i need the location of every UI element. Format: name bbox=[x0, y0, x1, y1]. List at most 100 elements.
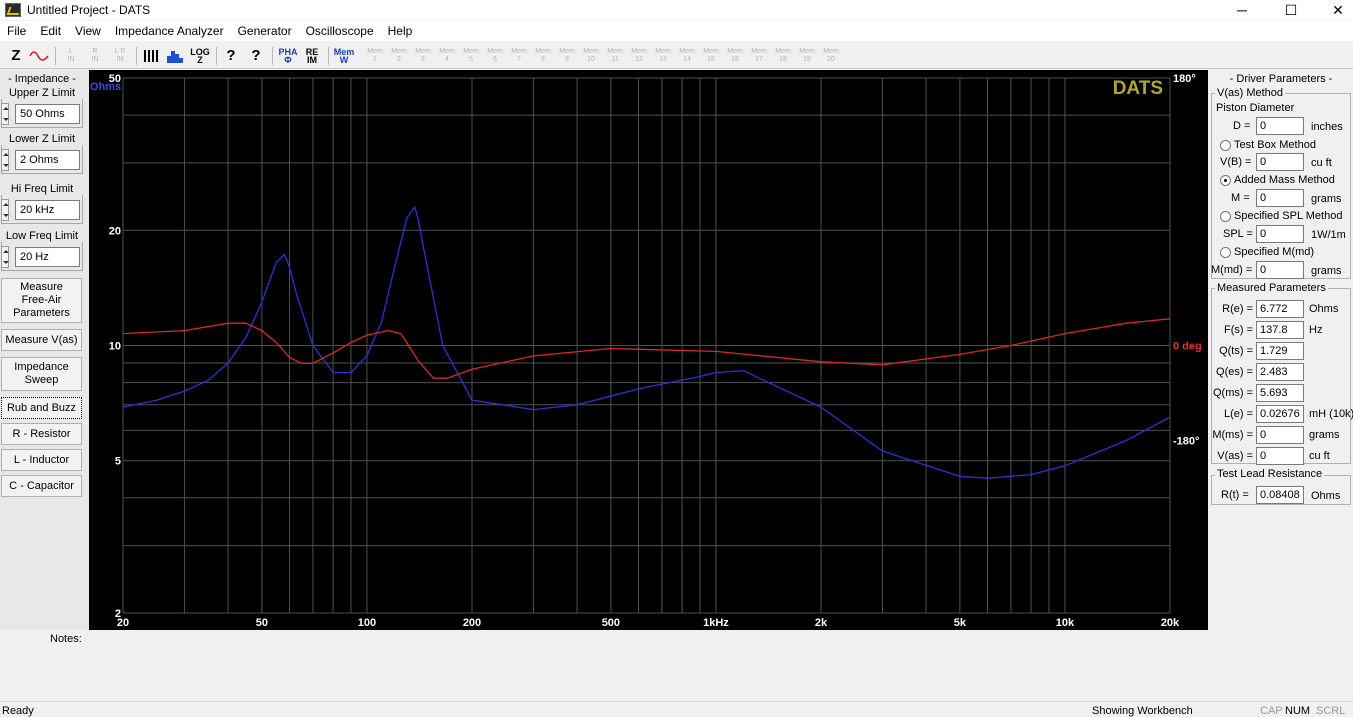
left-input-button[interactable]: L IN bbox=[62, 46, 80, 66]
maximize-button[interactable]: ☐ bbox=[1268, 0, 1314, 20]
phase-curve bbox=[122, 318, 1171, 379]
minimize-button[interactable]: ─ bbox=[1219, 0, 1265, 20]
phase-button[interactable]: PHA Φ bbox=[278, 46, 298, 66]
impedance-plot: 20 50 100 200 500 1kHz 2k 5k 10k 20k 2 5 10 20 50 Ohms 1… bbox=[89, 70, 1208, 630]
measure-vas-button[interactable]: Measure V(as) bbox=[1, 329, 82, 351]
memory-slot-button[interactable]: Mem 3 bbox=[413, 46, 433, 66]
spl-method-radio[interactable] bbox=[1220, 211, 1231, 222]
menu-generator[interactable]: Generator bbox=[231, 21, 299, 41]
menu-edit[interactable]: Edit bbox=[33, 21, 68, 41]
test-box-radio[interactable] bbox=[1220, 140, 1231, 151]
added-mass-radio[interactable] bbox=[1220, 175, 1231, 186]
hi-freq-spinner[interactable] bbox=[1, 199, 9, 221]
memory-slot-button[interactable]: Mem 6 bbox=[485, 46, 505, 66]
measure-free-air-button[interactable]: Measure Free-Air Parameters bbox=[1, 278, 82, 323]
memory-write-button[interactable]: Mem W bbox=[334, 46, 355, 66]
context-help-icon[interactable]: ? bbox=[246, 46, 266, 66]
menu-oscilloscope[interactable]: Oscilloscope bbox=[299, 21, 381, 41]
memory-slot-button[interactable]: Mem 20 bbox=[821, 46, 841, 66]
y-tick-label: 10 bbox=[109, 341, 121, 353]
measured-param-label: F(s) = bbox=[1223, 324, 1253, 336]
lower-z-field[interactable]: 2 Ohms bbox=[15, 150, 80, 170]
rub-and-buzz-button[interactable]: Rub and Buzz bbox=[1, 397, 82, 419]
capacitor-button[interactable]: C - Capacitor bbox=[1, 475, 82, 497]
memory-slot-button[interactable]: Mem 14 bbox=[677, 46, 697, 66]
measured-param-value[interactable]: 5.693 bbox=[1256, 384, 1304, 402]
measured-param-unit: Ohms bbox=[1309, 303, 1339, 315]
x-tick-label: 20k bbox=[1161, 617, 1180, 629]
memory-slot-button[interactable]: Mem 13 bbox=[653, 46, 673, 66]
memory-slot-button[interactable]: Mem 5 bbox=[461, 46, 481, 66]
log-z-button[interactable]: LOG Z bbox=[190, 46, 210, 66]
re-im-button[interactable]: RE IM bbox=[302, 46, 322, 66]
d-label: D = bbox=[1233, 120, 1251, 132]
mmd-method-radio[interactable] bbox=[1220, 247, 1231, 258]
menu-file[interactable]: File bbox=[0, 21, 33, 41]
m-unit: grams bbox=[1311, 193, 1342, 205]
memory-slot-button[interactable]: Mem 19 bbox=[797, 46, 817, 66]
measured-param-value[interactable]: 0.02676 bbox=[1256, 405, 1304, 423]
mmd-label: M(md) = bbox=[1211, 264, 1253, 276]
status-workbench: Showing Workbench bbox=[1092, 705, 1193, 717]
hi-freq-field[interactable]: 20 kHz bbox=[15, 200, 80, 220]
upper-z-spinner[interactable] bbox=[1, 103, 9, 125]
memory-slot-button[interactable]: Mem 10 bbox=[581, 46, 601, 66]
y-tick-label: 5 bbox=[115, 456, 121, 468]
lower-z-spinner[interactable] bbox=[1, 149, 9, 171]
measured-param-label: Q(es) = bbox=[1216, 366, 1253, 378]
memory-slot-button[interactable]: Mem 1 bbox=[365, 46, 385, 66]
memory-slot-button[interactable]: Mem 8 bbox=[533, 46, 553, 66]
test-box-label: Test Box Method bbox=[1234, 139, 1316, 151]
impedance-sweep-button[interactable]: Impedance Sweep bbox=[1, 357, 82, 391]
menu-impedance-analyzer[interactable]: Impedance Analyzer bbox=[108, 21, 231, 41]
notes-label: Notes: bbox=[50, 633, 82, 645]
resistor-button[interactable]: R - Resistor bbox=[1, 423, 82, 445]
impedance-mode-button[interactable]: Z bbox=[6, 46, 26, 66]
memory-slot-button[interactable]: Mem 4 bbox=[437, 46, 457, 66]
help-icon[interactable]: ? bbox=[222, 46, 240, 66]
measured-param-label: L(e) = bbox=[1223, 408, 1253, 420]
measured-param-value[interactable]: 2.483 bbox=[1256, 363, 1304, 381]
spl-field[interactable]: 0 bbox=[1256, 225, 1304, 243]
memory-slot-button[interactable]: Mem 11 bbox=[605, 46, 625, 66]
measured-param-label: M(ms) = bbox=[1212, 429, 1253, 441]
measured-param-value[interactable]: 137.8 bbox=[1256, 321, 1304, 339]
histogram-icon[interactable] bbox=[166, 46, 184, 66]
measured-param-value[interactable]: 0 bbox=[1256, 447, 1304, 465]
menu-view[interactable]: View bbox=[68, 21, 108, 41]
measured-param-value[interactable]: 1.729 bbox=[1256, 342, 1304, 360]
menu-help[interactable]: Help bbox=[381, 21, 420, 41]
piston-diameter-field[interactable]: 0 bbox=[1256, 117, 1304, 135]
status-text: Ready bbox=[2, 705, 34, 717]
low-freq-field[interactable]: 20 Hz bbox=[15, 247, 80, 267]
m-field[interactable]: 0 bbox=[1256, 189, 1304, 207]
memory-slot-button[interactable]: Mem 15 bbox=[701, 46, 721, 66]
memory-slot-button[interactable]: Mem 7 bbox=[509, 46, 529, 66]
memory-slot-button[interactable]: Mem 17 bbox=[749, 46, 769, 66]
sine-wave-icon[interactable] bbox=[28, 46, 50, 66]
close-button[interactable]: ✕ bbox=[1315, 0, 1353, 20]
mmd-field[interactable]: 0 bbox=[1256, 261, 1304, 279]
vb-field[interactable]: 0 bbox=[1256, 153, 1304, 171]
low-freq-spinner[interactable] bbox=[1, 246, 9, 268]
rt-label: R(t) = bbox=[1221, 489, 1249, 501]
right-input-button[interactable]: R IN bbox=[86, 46, 104, 66]
measured-params-title: Measured Parameters bbox=[1215, 282, 1328, 294]
inductor-button[interactable]: L - Inductor bbox=[1, 449, 82, 471]
bars-icon[interactable] bbox=[142, 46, 160, 66]
measured-param-value[interactable]: 6.772 bbox=[1256, 300, 1304, 318]
x-tick-label: 1kHz bbox=[703, 617, 729, 629]
memory-slot-button[interactable]: Mem 12 bbox=[629, 46, 649, 66]
y2-tick-label: 180° bbox=[1173, 73, 1196, 85]
memory-slot-button[interactable]: Mem 9 bbox=[557, 46, 577, 66]
measured-param-value[interactable]: 0 bbox=[1256, 426, 1304, 444]
stereo-input-button[interactable]: L R IN bbox=[110, 46, 130, 66]
memory-slot-button[interactable]: Mem 16 bbox=[725, 46, 745, 66]
upper-z-field[interactable]: 50 Ohms bbox=[15, 104, 80, 124]
window-title: Untitled Project - DATS bbox=[27, 3, 151, 17]
memory-slot-button[interactable]: Mem 2 bbox=[389, 46, 409, 66]
app-icon bbox=[5, 3, 21, 17]
rt-field[interactable]: 0.08408 bbox=[1256, 486, 1304, 504]
spl-method-label: Specified SPL Method bbox=[1234, 210, 1343, 222]
memory-slot-button[interactable]: Mem 18 bbox=[773, 46, 793, 66]
